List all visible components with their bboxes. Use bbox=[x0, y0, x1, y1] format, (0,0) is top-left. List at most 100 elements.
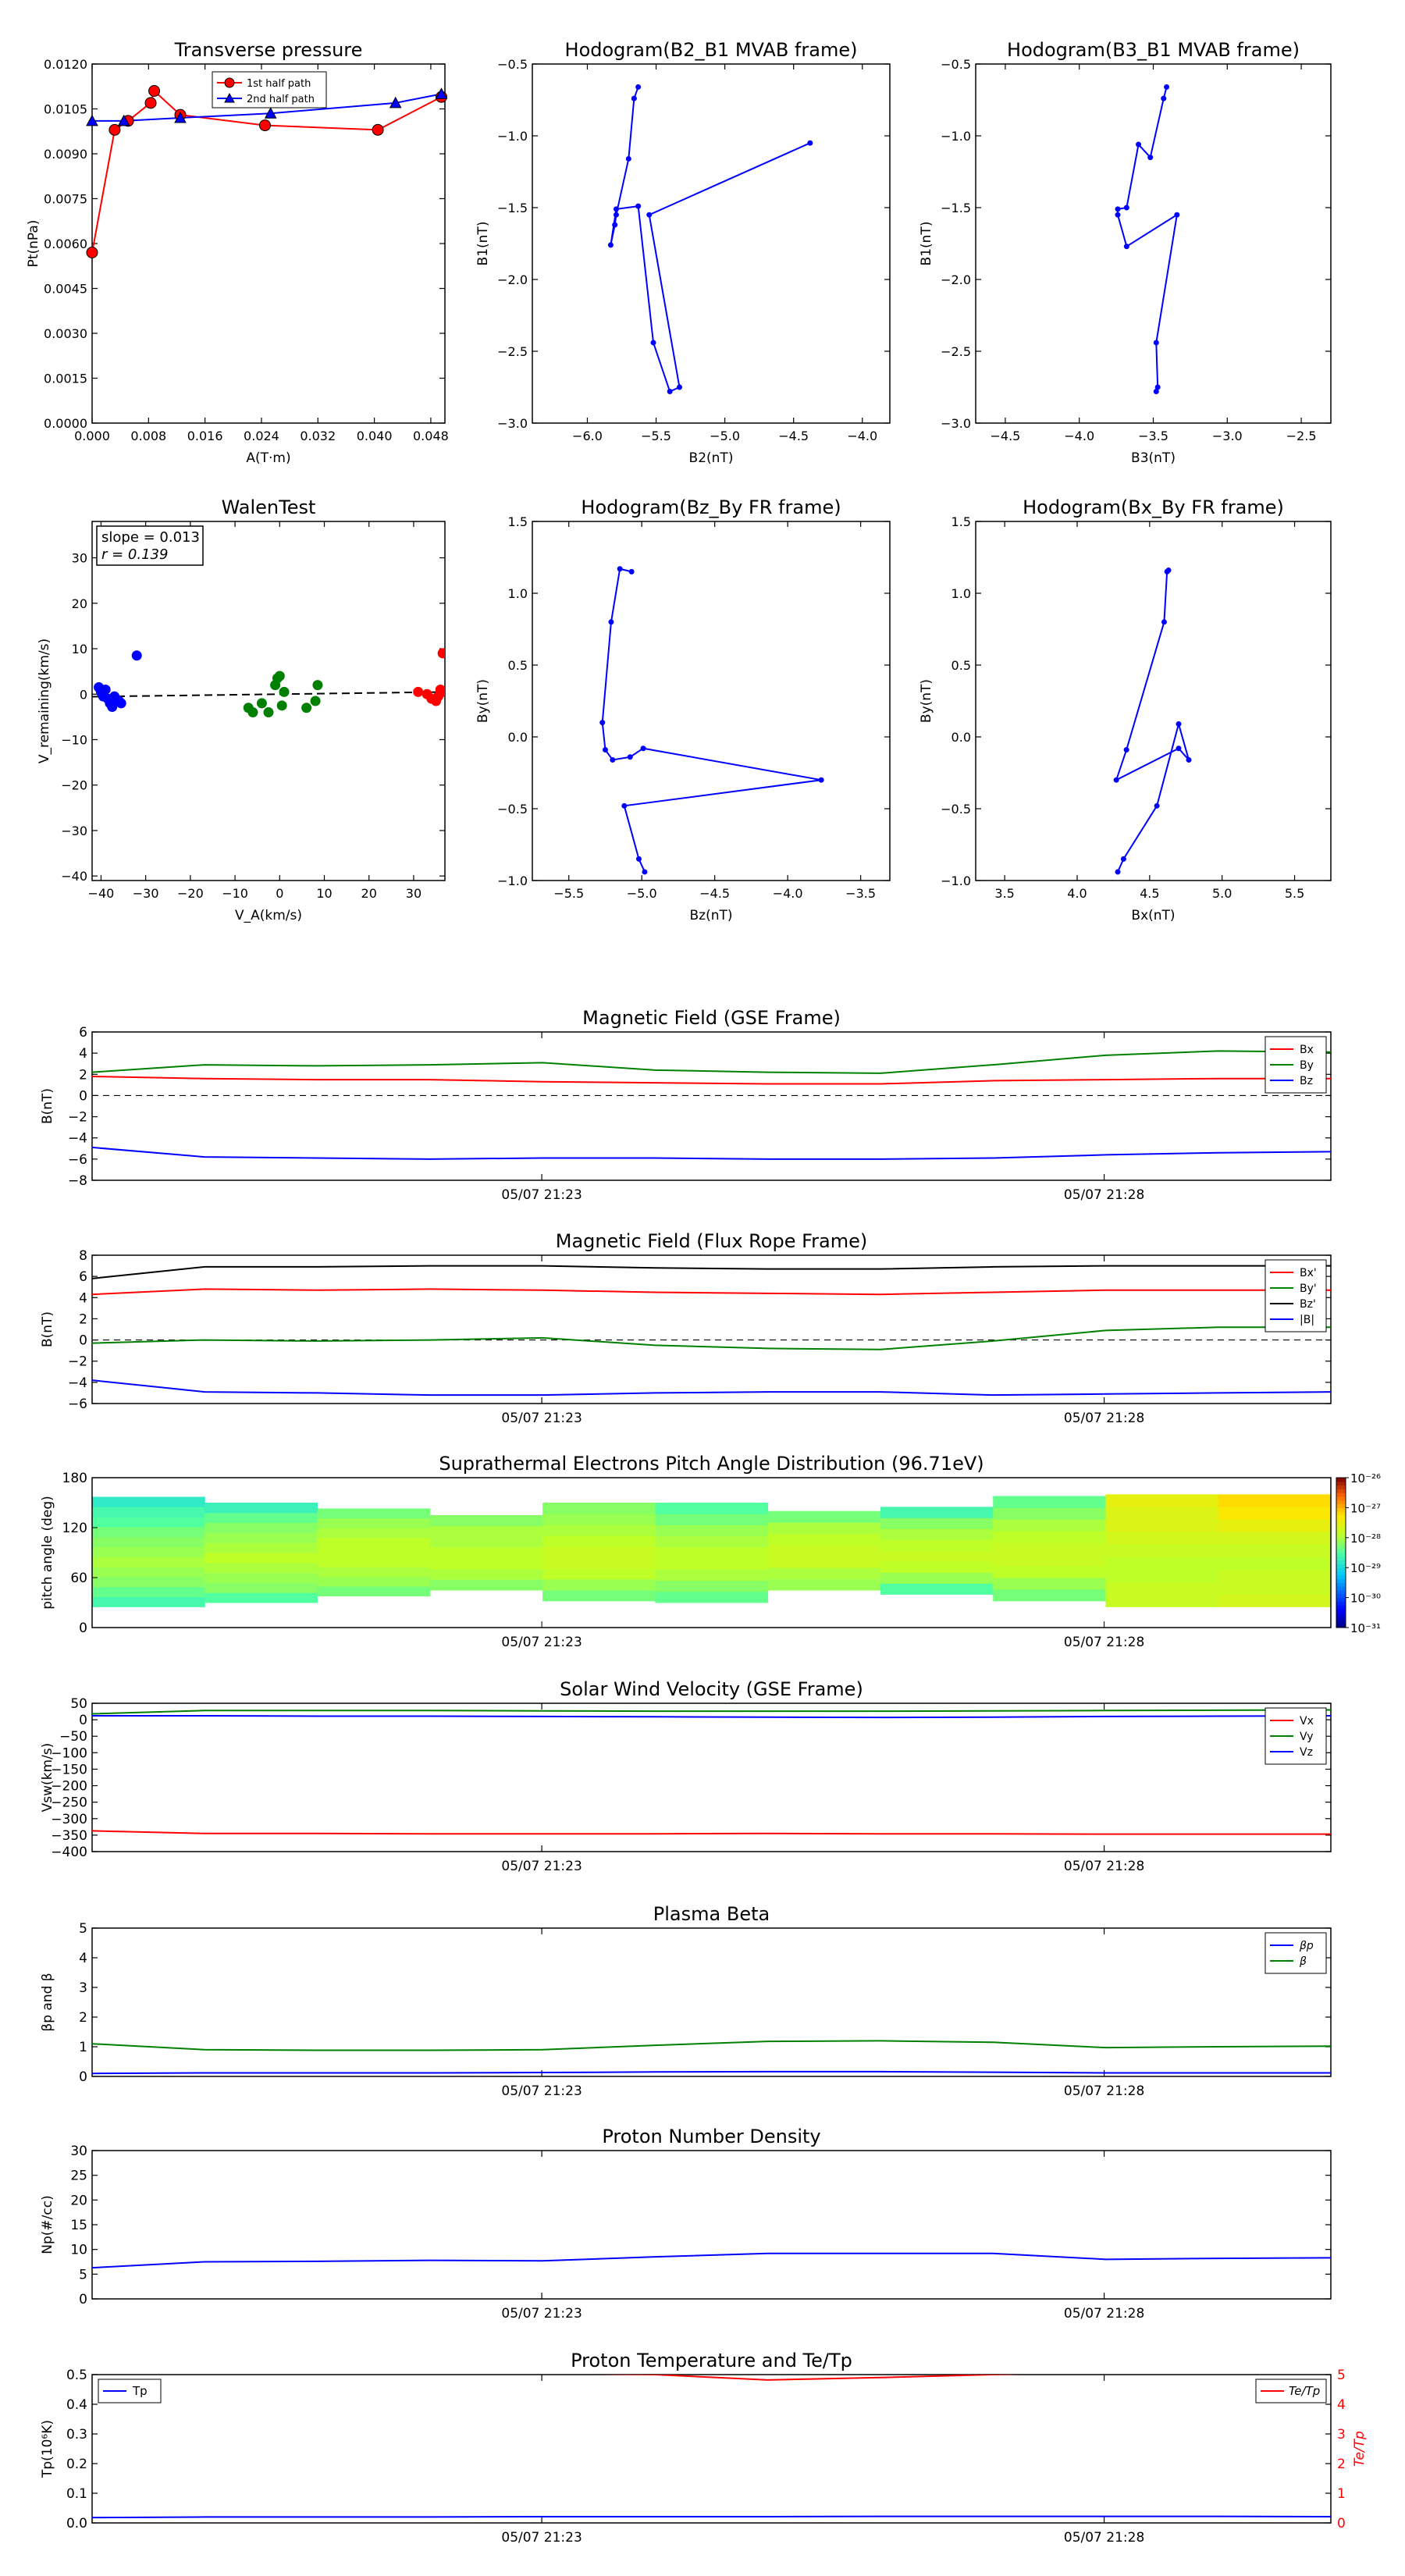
pad-colorbar-segment bbox=[1336, 1534, 1346, 1539]
hodo1-plot-frame bbox=[532, 63, 891, 424]
pt-ytick-label: 0.0015 bbox=[44, 372, 87, 386]
bfr-ytick-label: 6 bbox=[79, 1269, 87, 1285]
pad-colorbar-label: 10⁻³⁰ bbox=[1350, 1592, 1381, 1606]
pad-colorbar-segment bbox=[1336, 1571, 1346, 1576]
pad-colorbar-label: 10⁻²⁷ bbox=[1350, 1501, 1381, 1515]
vsw-ytick-label: −400 bbox=[51, 1845, 87, 1860]
tp-ytick-label: 0.3 bbox=[66, 2427, 87, 2443]
hodo1-point bbox=[635, 84, 642, 90]
pad-cell bbox=[205, 1542, 318, 1553]
walen-point bbox=[437, 686, 445, 697]
walen-r-text: r = 0.139 bbox=[101, 546, 168, 563]
pad-colorbar-segment bbox=[1336, 1605, 1346, 1610]
vsw-title: Solar Wind Velocity (GSE Frame) bbox=[560, 1678, 863, 1700]
pad-cell bbox=[880, 1507, 994, 1518]
hodo3-point bbox=[818, 777, 824, 783]
bgse-legend-label: Bx bbox=[1300, 1044, 1314, 1056]
pad-cell bbox=[205, 1572, 318, 1583]
pad-cell bbox=[1218, 1507, 1332, 1520]
pt-ytick-label: 0.0045 bbox=[44, 282, 87, 297]
hodo1-ytick-label: −1.5 bbox=[497, 201, 528, 215]
pad-cell bbox=[317, 1567, 431, 1578]
hodo4-ytick-label: 0.0 bbox=[951, 730, 971, 745]
walen-point bbox=[437, 648, 445, 659]
pad-cell bbox=[655, 1546, 769, 1559]
hodo2-ytick-label: −0.5 bbox=[941, 57, 971, 72]
tp-right-ylabel: Te/Tp bbox=[1352, 2431, 1368, 2467]
vsw-legend-label: Vz bbox=[1300, 1746, 1313, 1759]
hodo2-point bbox=[1147, 155, 1154, 161]
pad-cell bbox=[92, 1546, 205, 1557]
hodo3-title: Hodogram(Bz_By FR frame) bbox=[581, 496, 841, 518]
pad-colorbar-segment bbox=[1336, 1560, 1346, 1564]
pad-cell bbox=[1218, 1532, 1332, 1545]
tp-legend-label: Tp bbox=[132, 2384, 148, 2398]
bgse-ytick-label: −2 bbox=[68, 1110, 87, 1126]
pad-cell bbox=[542, 1524, 656, 1536]
hodo3-xlabel: Bz(nT) bbox=[689, 908, 732, 923]
pt-xtick-label: 0.016 bbox=[187, 429, 223, 443]
beta-ytick-label: 1 bbox=[79, 2040, 87, 2055]
hodo4-ytick-label: 0.5 bbox=[951, 658, 971, 673]
hodo1-xlabel: B2(nT) bbox=[689, 450, 734, 466]
hodo3-ytick-label: 1.0 bbox=[508, 586, 528, 601]
hodo1-point bbox=[613, 212, 619, 218]
hodo1-xtick-label: −6.0 bbox=[572, 429, 603, 443]
walen-point bbox=[256, 698, 267, 709]
walen-point bbox=[276, 700, 287, 711]
hodo2-ytick-label: −1.0 bbox=[941, 129, 971, 144]
pad-cell bbox=[1105, 1519, 1219, 1532]
hodo4-xtick-label: 3.5 bbox=[994, 886, 1014, 901]
hodo3-point bbox=[608, 619, 614, 625]
pad-colorbar-segment bbox=[1336, 1574, 1346, 1580]
tp-right-tick-label: 1 bbox=[1337, 2486, 1346, 2502]
pad-cell bbox=[880, 1572, 994, 1584]
hodo3-point bbox=[602, 747, 608, 753]
pad-colorbar-segment bbox=[1336, 1545, 1346, 1550]
hodo2-ytick-label: −3.0 bbox=[941, 416, 971, 431]
pad-colorbar-segment bbox=[1336, 1518, 1346, 1524]
hodo3-point bbox=[627, 754, 633, 760]
pad-colorbar-segment bbox=[1336, 1478, 1346, 1482]
hodo2-xlabel: B3(nT) bbox=[1131, 450, 1176, 466]
pt-xtick-label: 0.024 bbox=[244, 429, 279, 443]
pad-cell bbox=[429, 1568, 543, 1580]
beta-ytick-label: 3 bbox=[79, 1980, 87, 1996]
hodo4-xtick-label: 5.0 bbox=[1212, 886, 1232, 901]
pad-colorbar-segment bbox=[1336, 1556, 1346, 1561]
vsw-ytick-label: −150 bbox=[51, 1762, 87, 1777]
tp-right-tick-label: 5 bbox=[1337, 2368, 1346, 2383]
pad-cell bbox=[1218, 1582, 1332, 1595]
pad-cell bbox=[655, 1591, 769, 1603]
vsw-ytick-label: 50 bbox=[70, 1696, 87, 1712]
bfr-time-label: 05/07 21:23 bbox=[501, 1411, 582, 1426]
pad-cell bbox=[92, 1567, 205, 1578]
hodo4-point bbox=[1161, 619, 1167, 625]
pad-cell bbox=[880, 1561, 994, 1573]
hodo3-point bbox=[640, 745, 646, 752]
pt-point bbox=[372, 123, 384, 136]
hodo2-ylabel: B1(nT) bbox=[919, 222, 934, 266]
pt-ytick-label: 0.0060 bbox=[44, 237, 87, 251]
hodo3-ylabel: By(nT) bbox=[475, 679, 491, 723]
hodo2-point bbox=[1153, 389, 1159, 395]
vsw-ytick-label: −350 bbox=[51, 1828, 87, 1844]
pt-xtick-label: 0.048 bbox=[413, 429, 449, 443]
hodo1-point bbox=[807, 140, 813, 146]
bfr-legend-label: |B| bbox=[1300, 1314, 1314, 1326]
pt-ytick-label: 0.0120 bbox=[44, 57, 87, 72]
hodo1-title: Hodogram(B2_B1 MVAB frame) bbox=[565, 39, 858, 61]
pad-cell bbox=[1105, 1544, 1219, 1557]
pt-xtick-label: 0.032 bbox=[300, 429, 336, 443]
vsw-series-line bbox=[92, 1709, 1331, 1715]
hodo2-point bbox=[1123, 205, 1129, 211]
pad-colorbar-segment bbox=[1336, 1522, 1346, 1527]
hodo4-ytick-label: 1.5 bbox=[951, 514, 971, 529]
pad-cell bbox=[993, 1589, 1106, 1602]
hodo1-ytick-label: −2.0 bbox=[497, 272, 528, 287]
bfr-series-line bbox=[92, 1326, 1331, 1350]
hodo3-point bbox=[599, 720, 606, 726]
pad-colorbar-segment bbox=[1336, 1616, 1346, 1621]
pad-cell bbox=[880, 1539, 994, 1551]
np-ytick-label: 0 bbox=[79, 2292, 87, 2307]
